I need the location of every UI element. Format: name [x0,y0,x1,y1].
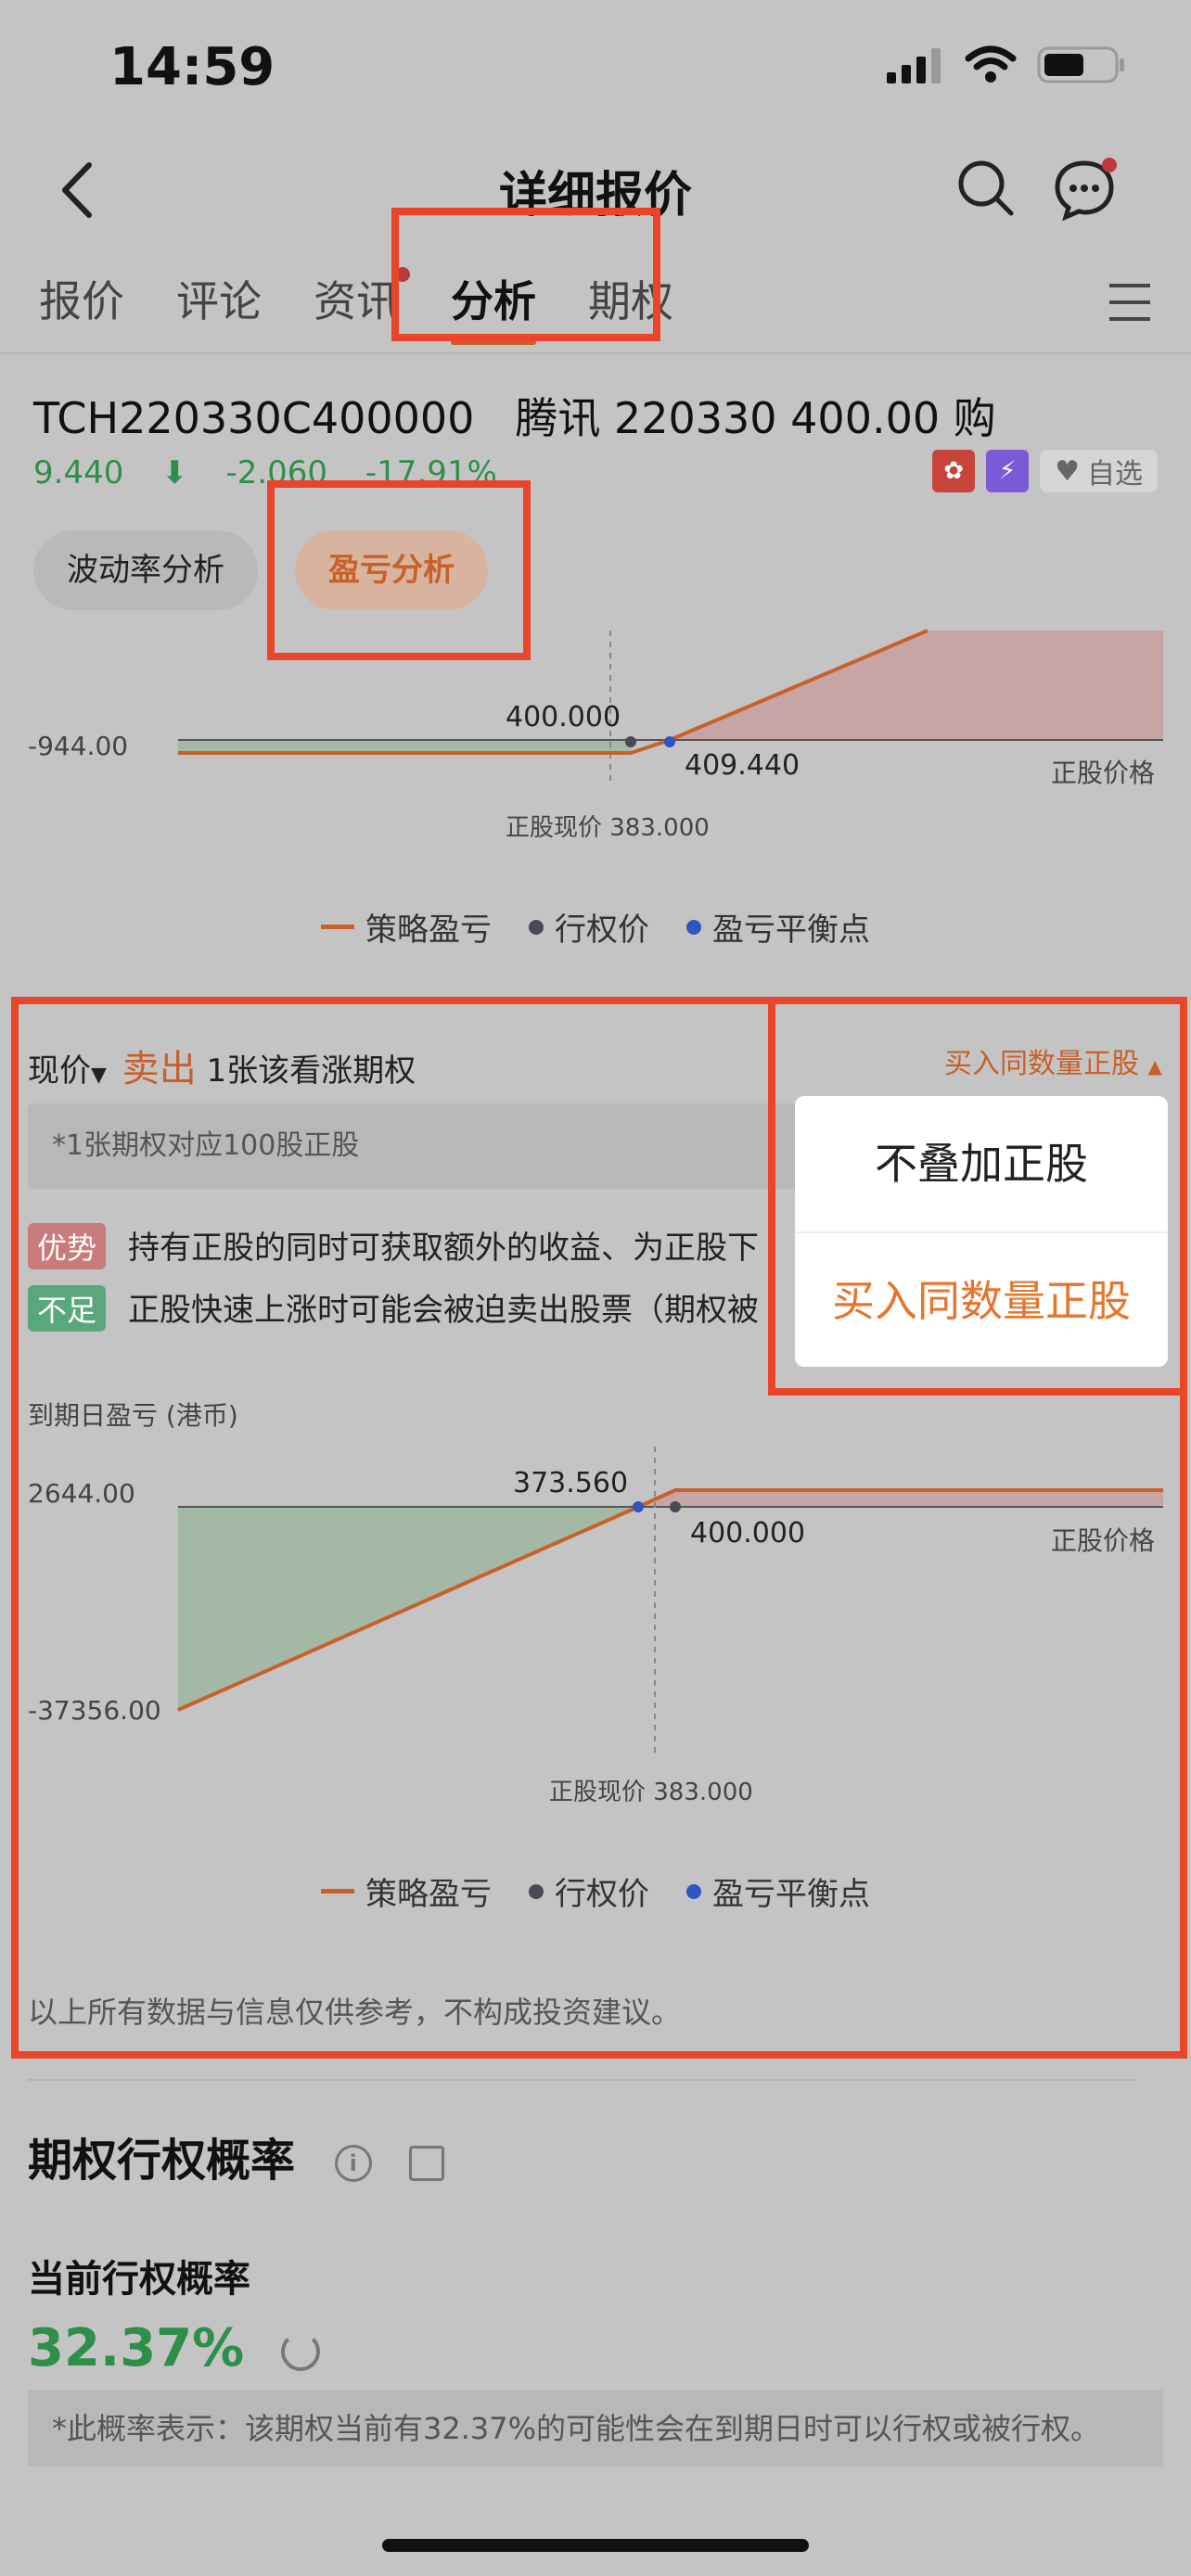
volatility-analysis-button[interactable]: 波动率分析 [33,530,258,610]
signal-icon [887,48,941,83]
exercise-section-title: 期权行权概率 i [28,2123,445,2188]
chart1-spot-label: 正股现价 383.000 [506,814,710,842]
menu-icon[interactable] [1106,278,1154,326]
chart1-legend: 策略盈亏 行权价 盈亏平衡点 [0,904,1191,950]
status-time: 14:59 [109,37,275,97]
last-price: 9.440 ⬇ [33,454,188,491]
tab-quote[interactable]: 报价 [39,264,124,352]
search-icon[interactable] [954,156,1018,221]
chart1-x-axis-label: 正股价格 [1051,758,1156,788]
probability-note: *此概率表示：该期权当前有32.37%的可能性会在到期日时可以行权或被行权。 [28,2391,1163,2467]
legend-strategy: 策略盈亏 [321,904,492,950]
chart1-strike-label: 400.000 [506,701,621,733]
instrument-title: TCH220330C400000 腾讯 220330 400.00 购 [33,393,996,443]
chart1-y-label: -944.00 [28,731,129,761]
legend-breakeven: 盈亏平衡点 [686,904,870,950]
watchlist-button[interactable]: ♥ 自选 [1040,450,1158,492]
highlight-box-pill [267,480,531,660]
highlight-box-dropdown [768,997,1187,1396]
chart1-breakeven-label: 409.440 [685,749,800,782]
tab-comments[interactable]: 评论 [176,264,262,352]
highlight-box-tab [391,208,660,341]
legend-strike: 行权价 [529,904,649,950]
status-icons [887,45,1126,85]
breakeven-marker [664,736,675,747]
divider [28,2079,1135,2081]
heart-icon: ♥ [1055,454,1080,488]
refresh-icon[interactable] [280,2331,320,2371]
level2-icon: ⚡ [986,450,1030,492]
home-indicator[interactable] [382,2539,809,2552]
badges: ✿ ⚡ ♥ 自选 [932,450,1158,492]
tab-news[interactable]: 资讯 [314,264,410,352]
hk-flag-icon: ✿ [932,450,976,492]
share-icon[interactable] [409,2146,445,2181]
wifi-icon [965,45,1017,83]
message-icon[interactable] [1052,156,1117,221]
strike-marker [625,736,636,747]
battery-icon [1037,46,1124,83]
current-probability: 32.37% [28,2318,320,2378]
info-icon[interactable]: i [334,2145,372,2182]
divider [0,352,1191,354]
current-probability-title: 当前行权概率 [28,2258,250,2301]
